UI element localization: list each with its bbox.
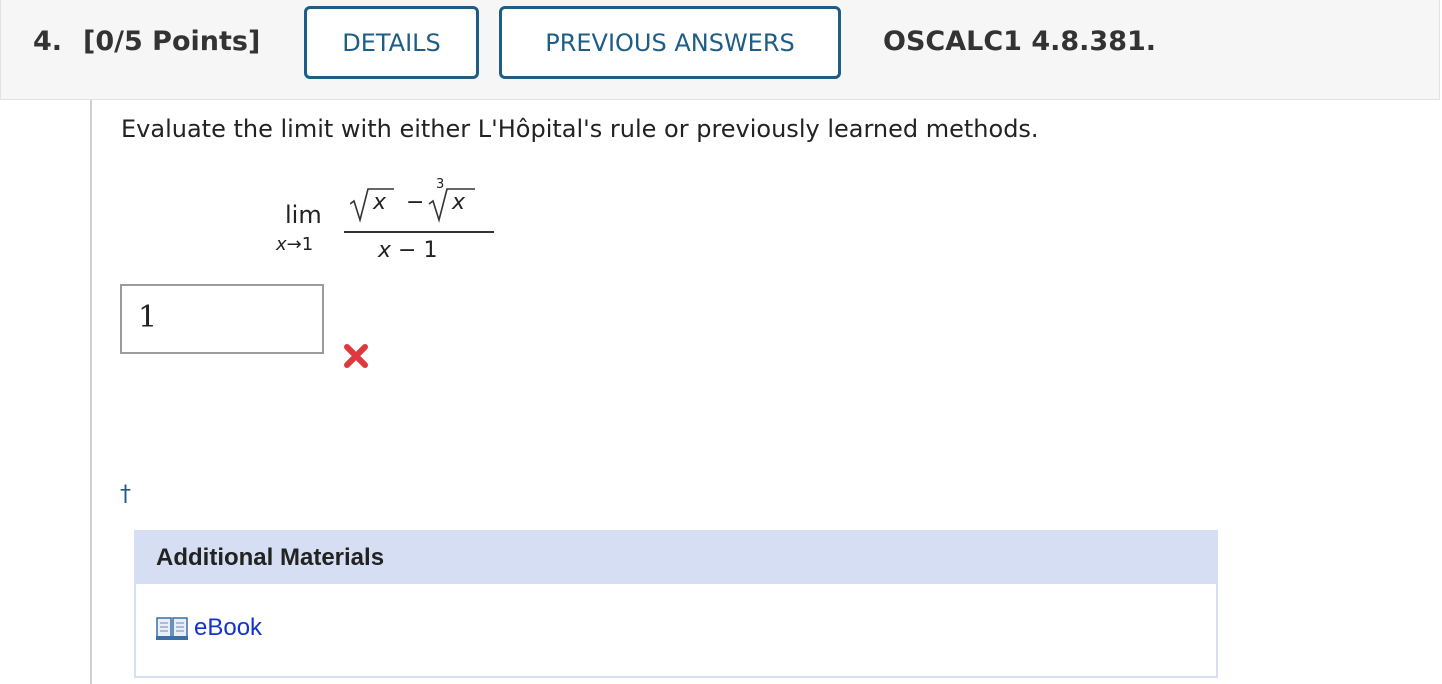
question-points: [0/5 Points] bbox=[83, 26, 261, 57]
lim-arrow: → bbox=[286, 234, 302, 255]
numerator-left-var: x bbox=[373, 190, 387, 215]
fraction-numerator: x − 3 x bbox=[350, 177, 495, 224]
ebook-label[interactable]: eBook bbox=[194, 614, 262, 642]
question-source-code: OSCALC1 4.8.381. bbox=[883, 26, 1157, 57]
fraction-bar bbox=[344, 231, 494, 233]
details-button[interactable]: DETAILS bbox=[304, 6, 479, 79]
denominator-var: x bbox=[378, 238, 392, 263]
additional-materials-title: Additional Materials bbox=[136, 532, 1216, 584]
previous-answers-button[interactable]: PREVIOUS ANSWERS bbox=[499, 6, 841, 79]
incorrect-x-icon bbox=[344, 344, 368, 368]
numerator-right-var: x bbox=[452, 190, 466, 215]
question-number: 4. bbox=[33, 26, 63, 57]
additional-materials-panel: Additional Materials eBook bbox=[134, 530, 1218, 678]
lim-subscript: x→1 bbox=[276, 234, 313, 255]
lim-target: 1 bbox=[301, 234, 314, 255]
denominator-rest: − 1 bbox=[391, 238, 438, 263]
numerator-minus: − bbox=[406, 190, 425, 215]
square-root-sign bbox=[350, 188, 394, 223]
content-divider bbox=[90, 100, 92, 684]
footnote-marker-link[interactable]: † bbox=[120, 482, 131, 507]
lim-word: lim bbox=[285, 201, 322, 229]
answer-input[interactable]: 1 bbox=[120, 284, 324, 354]
lim-variable: x bbox=[276, 234, 287, 255]
question-header: 4. [0/5 Points] DETAILS PREVIOUS ANSWERS… bbox=[0, 0, 1440, 100]
ebook-link[interactable]: eBook bbox=[156, 614, 262, 642]
fraction-denominator: x − 1 bbox=[378, 238, 437, 263]
book-icon bbox=[156, 617, 188, 640]
cube-root-index: 3 bbox=[436, 177, 445, 192]
limit-expression: lim x→1 x − 3 x x − 1 bbox=[270, 170, 510, 270]
question-prompt: Evaluate the limit with either L'Hôpital… bbox=[121, 115, 1039, 143]
